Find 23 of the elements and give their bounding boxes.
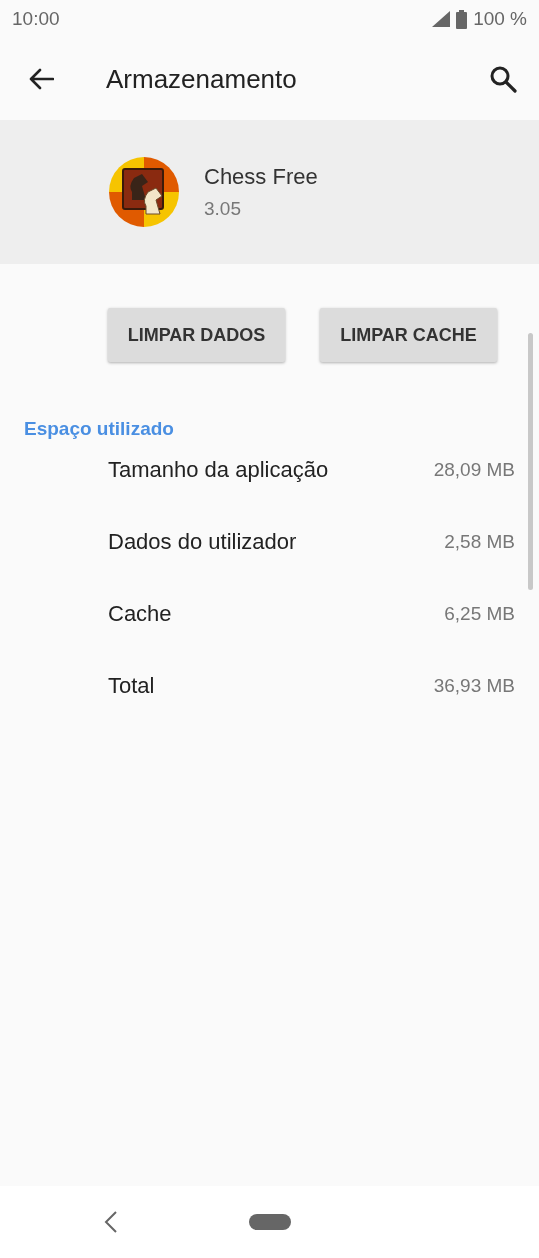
search-icon[interactable] [489, 65, 517, 93]
storage-label: Cache [108, 601, 173, 627]
storage-value: 2,58 MB [444, 531, 515, 553]
app-name: Chess Free [204, 164, 318, 190]
battery-icon [456, 9, 468, 29]
battery-percentage: 100 % [473, 8, 527, 30]
storage-label: Dados do utilizador [108, 529, 298, 555]
page-title: Armazenamento [106, 63, 298, 95]
back-arrow-icon[interactable] [28, 68, 54, 90]
signal-icon [432, 11, 451, 27]
storage-value: 36,93 MB [433, 675, 515, 697]
clear-button[interactable]: LIMPAR CACHE [320, 308, 497, 362]
section-header: Espaço utilizado [24, 418, 175, 440]
chess-app-icon [108, 156, 180, 228]
app-version: 3.05 [204, 198, 242, 220]
nav-back-icon[interactable] [104, 1211, 118, 1233]
clock: 10:00 [12, 8, 60, 30]
storage-value: 28,09 MB [433, 459, 515, 481]
clear-button[interactable]: LIMPAR DADOS [108, 308, 285, 362]
home-pill-icon[interactable] [248, 1214, 291, 1230]
storage-label: Total [108, 673, 156, 699]
storage-label: Tamanho da aplicação [108, 457, 330, 483]
storage-value: 6,25 MB [444, 603, 515, 625]
